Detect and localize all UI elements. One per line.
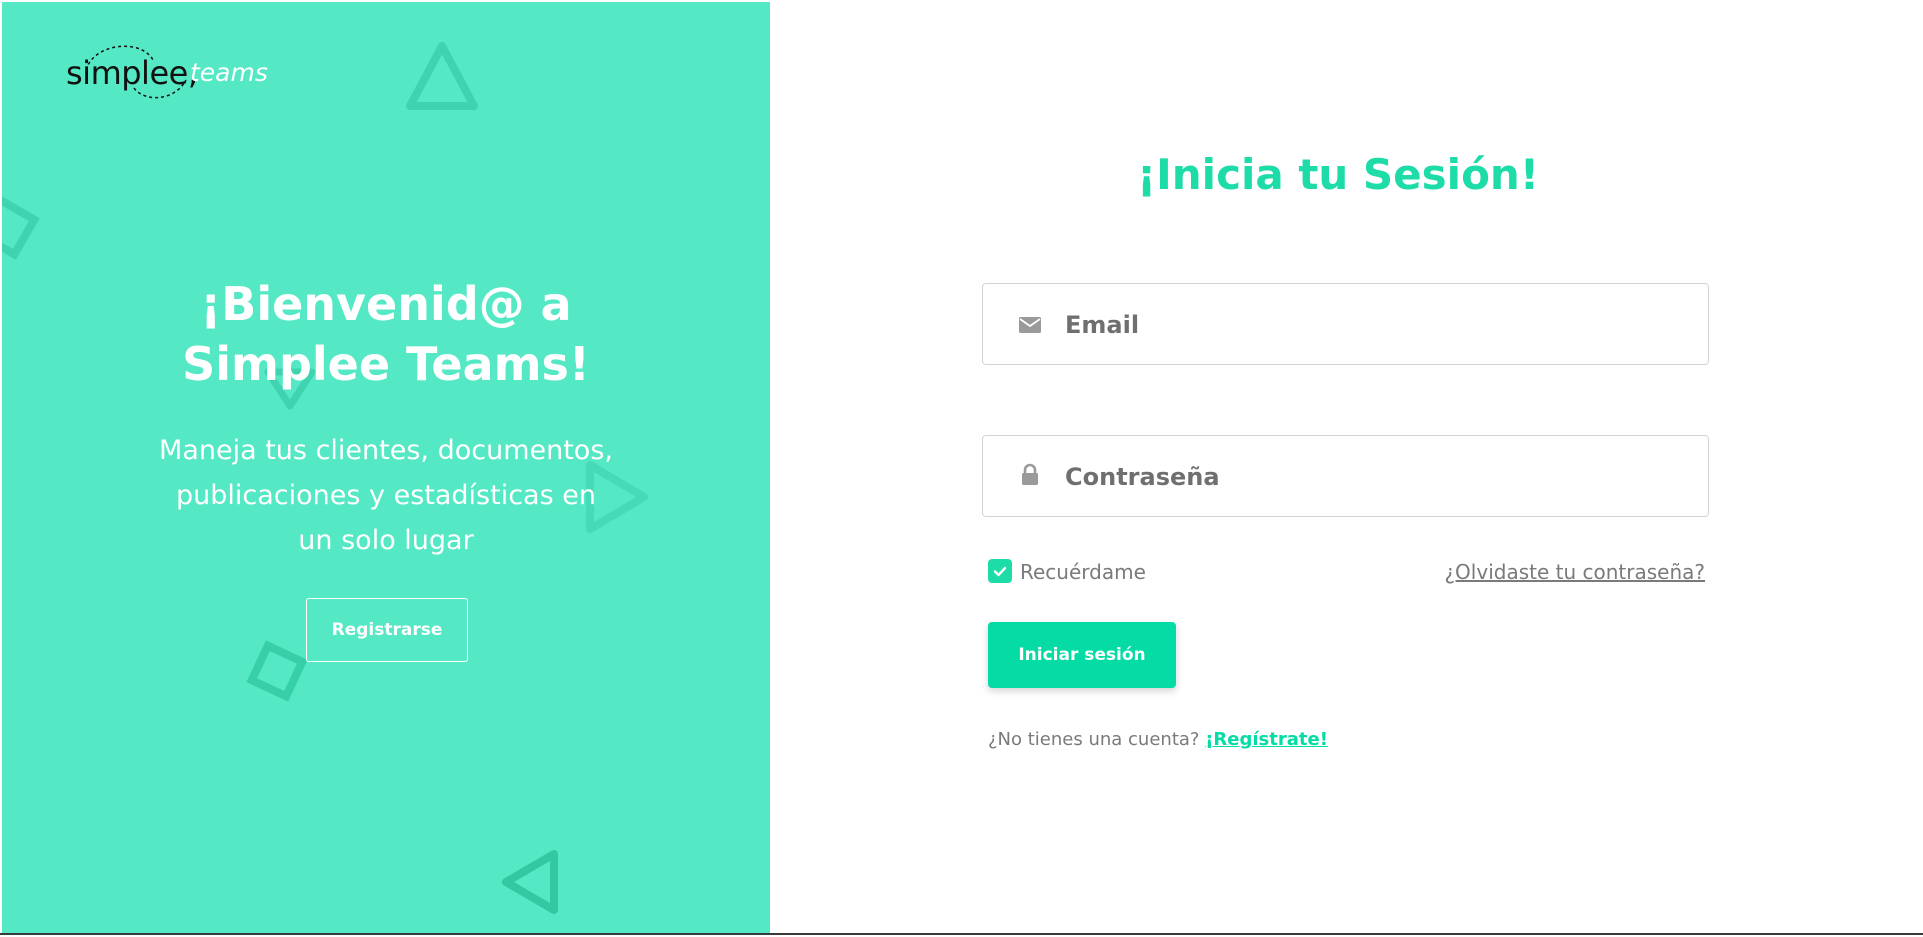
envelope-icon [1019, 317, 1041, 333]
window-bottom-border [0, 933, 1923, 935]
logo-text: simplee, [66, 54, 198, 92]
triangle-decoration [406, 42, 478, 110]
welcome-title-line: ¡Bienvenid@ a [200, 277, 572, 331]
welcome-title: ¡Bienvenid@ a Simplee Teams! [2, 274, 770, 394]
email-field[interactable] [982, 283, 1709, 365]
login-button[interactable]: Iniciar sesión [988, 622, 1176, 688]
simplee-teams-logo[interactable]: simplee, teams [66, 40, 306, 104]
signup-prompt: ¿No tienes una cuenta? ¡Regístrate! [988, 729, 1328, 750]
welcome-title-line: Simplee Teams! [182, 337, 590, 391]
subtitle-line: un solo lugar [298, 525, 474, 556]
square-decoration [246, 640, 308, 702]
square-decoration [2, 194, 40, 260]
subtitle-line: Maneja tus clientes, documentos, [159, 435, 613, 466]
register-button[interactable]: Registrarse [306, 598, 468, 662]
remember-label[interactable]: Recuérdame [1020, 560, 1146, 584]
welcome-panel: simplee, teams ¡Bienvenid@ a Simplee Tea… [2, 2, 770, 933]
password-field[interactable] [982, 435, 1709, 517]
no-account-text: ¿No tienes una cuenta? [988, 729, 1200, 750]
lock-icon [1022, 463, 1038, 485]
login-heading: ¡Inicia tu Sesión! [1137, 150, 1539, 199]
check-icon [993, 566, 1007, 577]
email-input[interactable] [1063, 302, 1687, 348]
password-input[interactable] [1063, 454, 1687, 500]
triangle-decoration [502, 850, 558, 914]
signup-link[interactable]: ¡Regístrate! [1205, 729, 1328, 750]
forgot-password-link[interactable]: ¿Olvidaste tu contraseña? [1444, 560, 1705, 584]
welcome-subtitle: Maneja tus clientes, documentos, publica… [136, 428, 636, 563]
remember-checkbox[interactable] [988, 559, 1012, 583]
logo-subtext: teams [190, 58, 268, 87]
login-page: simplee, teams ¡Bienvenid@ a Simplee Tea… [0, 0, 1923, 935]
subtitle-line: publicaciones y estadísticas en [176, 480, 596, 511]
